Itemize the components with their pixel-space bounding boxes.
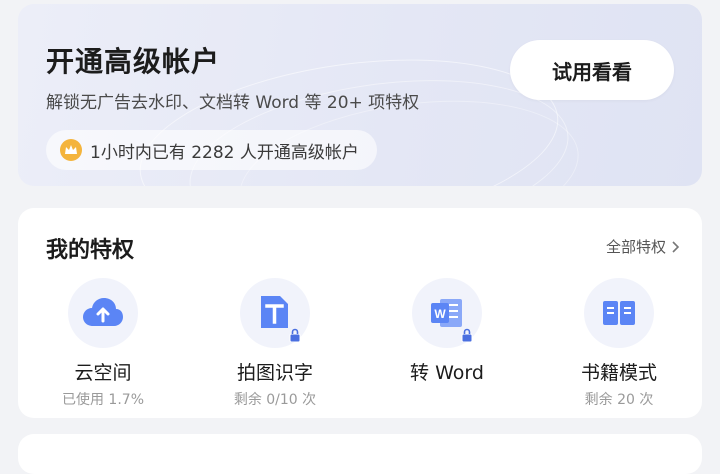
subscriber-stat-pill: 1小时内已有 2282 人开通高级帐户 bbox=[46, 130, 377, 170]
book-mode-icon bbox=[584, 278, 654, 348]
cloud-upload-icon bbox=[68, 278, 138, 348]
lock-icon bbox=[461, 328, 473, 342]
lock-icon bbox=[289, 328, 301, 342]
word-icon: W bbox=[412, 278, 482, 348]
feature-usage: 剩余 20 次 bbox=[584, 392, 654, 408]
feature-name: 云空间 bbox=[74, 362, 132, 384]
crown-icon bbox=[60, 139, 82, 161]
privileges-card: 我的特权 全部特权 云空间 已使用 1.7% 拍图识字 剩余 0/10 次 W … bbox=[18, 208, 702, 418]
try-it-button[interactable]: 试用看看 bbox=[510, 40, 674, 100]
privileges-title: 我的特权 bbox=[46, 238, 135, 263]
chevron-right-icon bbox=[672, 240, 680, 253]
banner-title: 开通高级帐户 bbox=[46, 45, 221, 78]
subscriber-stat-text: 1小时内已有 2282 人开通高级帐户 bbox=[90, 142, 359, 163]
next-card bbox=[18, 434, 702, 474]
feature-text-recognition[interactable]: 拍图识字 剩余 0/10 次 bbox=[200, 278, 350, 409]
feature-to-word[interactable]: W 转 Word bbox=[372, 278, 522, 389]
feature-name: 拍图识字 bbox=[236, 362, 313, 384]
banner-subtitle: 解锁无广告去水印、文档转 Word 等 20+ 项特权 bbox=[46, 93, 420, 113]
feature-usage: 剩余 0/10 次 bbox=[233, 392, 317, 408]
feature-book-mode[interactable]: 书籍模式 剩余 20 次 bbox=[544, 278, 694, 409]
feature-cloud-space[interactable]: 云空间 已使用 1.7% bbox=[28, 278, 178, 409]
feature-name: 转 Word bbox=[410, 362, 484, 384]
all-privileges-link[interactable]: 全部特权 bbox=[606, 236, 680, 257]
premium-banner[interactable]: 开通高级帐户 解锁无广告去水印、文档转 Word 等 20+ 项特权 试用看看 … bbox=[18, 4, 702, 186]
svg-text:W: W bbox=[434, 307, 446, 321]
all-privileges-label: 全部特权 bbox=[605, 238, 666, 256]
feature-name: 书籍模式 bbox=[580, 362, 657, 384]
feature-usage: 已使用 1.7% bbox=[61, 392, 145, 408]
text-recognition-icon bbox=[240, 278, 310, 348]
